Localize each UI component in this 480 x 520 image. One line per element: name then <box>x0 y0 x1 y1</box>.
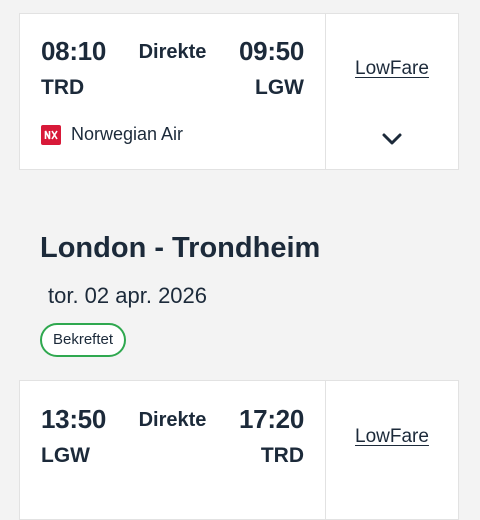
outbound-flight-details: 08:10 Direkte 09:50 TRD LGW Norwegian Ai… <box>20 14 326 169</box>
inbound-flight-details: 13:50 Direkte 17:20 LGW TRD <box>20 381 326 519</box>
outbound-fare-panel: LowFare <box>326 14 458 169</box>
outbound-arrival-code: LGW <box>255 76 304 99</box>
inbound-arrival-time: 17:20 <box>239 404 304 434</box>
status-badge: Bekreftet <box>40 323 127 357</box>
chevron-down-icon[interactable] <box>381 132 403 146</box>
outbound-airline-name: Norwegian Air <box>71 124 184 144</box>
inbound-departure-code: LGW <box>41 444 90 467</box>
inbound-flight-card[interactable]: 13:50 Direkte 17:20 LGW TRD LowFare <box>19 380 459 520</box>
inbound-fare-link[interactable]: LowFare <box>326 426 458 448</box>
inbound-arrival-code: TRD <box>260 444 304 467</box>
outbound-fare-link[interactable]: LowFare <box>326 58 458 80</box>
route-date: tor. 02 apr. 2026 <box>48 283 208 308</box>
route-title: London - Trondheim <box>40 232 321 264</box>
norwegian-logo-icon <box>41 124 61 145</box>
outbound-departure-code: TRD <box>41 76 85 99</box>
inbound-fare-panel: LowFare <box>326 381 458 519</box>
outbound-flight-card[interactable]: 08:10 Direkte 09:50 TRD LGW Norwegian Ai… <box>19 13 459 170</box>
outbound-airline: Norwegian Air <box>41 124 183 145</box>
outbound-arrival-time: 09:50 <box>239 36 304 66</box>
